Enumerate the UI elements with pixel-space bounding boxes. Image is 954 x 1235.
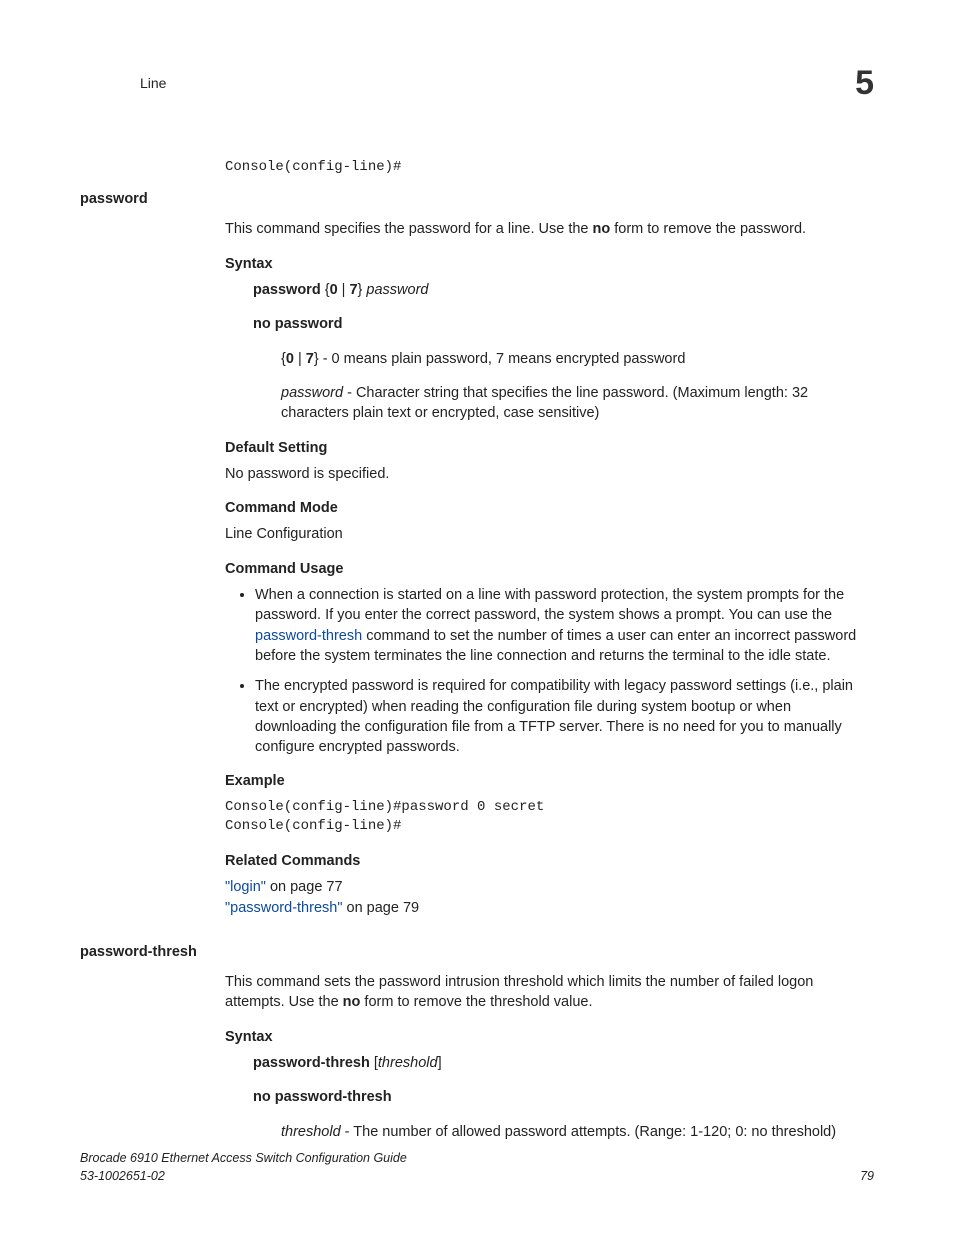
link-password-thresh[interactable]: "password-thresh" (225, 900, 342, 916)
text: | (338, 282, 350, 298)
text: This command specifies the password for … (225, 221, 593, 237)
page-number: 79 (860, 1168, 874, 1186)
running-header: Line 5 (80, 60, 874, 108)
opt-7: 7 (349, 282, 357, 298)
usage-list: When a connection is started on a line w… (225, 585, 874, 757)
default-label: Default Setting (225, 438, 874, 458)
param-0-7: {0 | 7} - 0 means plain password, 7 mean… (281, 349, 874, 369)
arg: threshold (281, 1124, 341, 1140)
text: - The number of allowed password attempt… (341, 1124, 836, 1140)
syntax-label: Syntax (225, 1027, 874, 1047)
chapter-number: 5 (855, 60, 874, 108)
syntax-line-2: no password (253, 314, 874, 334)
cmd: password (253, 282, 321, 298)
syntax-line-1: password-thresh [threshold] (253, 1053, 874, 1073)
password-section-body: This command specifies the password for … (225, 219, 874, 917)
text: When a connection is started on a line w… (255, 587, 844, 623)
text: on page 77 (266, 879, 343, 895)
arg: password (281, 385, 343, 401)
example-label: Example (225, 771, 874, 791)
arg-password: password (366, 282, 428, 298)
syntax-label: Syntax (225, 254, 874, 274)
page-footer: Brocade 6910 Ethernet Access Switch Conf… (80, 1150, 874, 1185)
opt-7: 7 (306, 351, 314, 367)
usage-item-2: The encrypted password is required for c… (255, 676, 874, 757)
link-password-thresh[interactable]: password-thresh (255, 628, 362, 644)
text: | (294, 351, 306, 367)
code-block-top-wrap: Console(config-line)# (225, 158, 874, 178)
related-2: "password-thresh" on page 79 (225, 898, 874, 918)
arg-threshold: threshold (378, 1055, 438, 1071)
text: { (321, 282, 330, 298)
footer-book: Brocade 6910 Ethernet Access Switch Conf… (80, 1150, 407, 1168)
section-heading-password: password (80, 189, 874, 209)
usage-item-1: When a connection is started on a line w… (255, 585, 874, 666)
text: form to remove the password. (610, 221, 806, 237)
param-threshold: threshold - The number of allowed passwo… (281, 1122, 874, 1142)
password-thresh-section-body: This command sets the password intrusion… (225, 972, 874, 1142)
link-login[interactable]: "login" (225, 879, 266, 895)
footer-docnum: 53-1002651-02 (80, 1168, 407, 1186)
usage-label: Command Usage (225, 559, 874, 579)
default-text: No password is specified. (225, 464, 874, 484)
syntax-line-2: no password-thresh (253, 1087, 874, 1107)
text: - Character string that specifies the li… (281, 385, 808, 421)
code-block-top: Console(config-line)# (225, 158, 874, 178)
text: on page 79 (342, 900, 419, 916)
password-intro: This command specifies the password for … (225, 219, 874, 239)
keyword-no: no (343, 994, 361, 1010)
example-code: Console(config-line)#password 0 secret C… (225, 798, 874, 837)
footer-left: Brocade 6910 Ethernet Access Switch Conf… (80, 1150, 407, 1185)
opt-0: 0 (330, 282, 338, 298)
related-label: Related Commands (225, 851, 874, 871)
opt-0: 0 (286, 351, 294, 367)
text: - 0 means plain password, 7 means encryp… (319, 351, 686, 367)
text: form to remove the threshold value. (360, 994, 592, 1010)
mode-text: Line Configuration (225, 524, 874, 544)
cmd: password-thresh (253, 1055, 370, 1071)
syntax-line-1: password {0 | 7} password (253, 280, 874, 300)
text: [ (370, 1055, 378, 1071)
param-password: password - Character string that specifi… (281, 383, 874, 424)
section-heading-password-thresh: password-thresh (80, 942, 874, 962)
page-root: Line 5 Console(config-line)# password Th… (0, 0, 954, 1235)
keyword-no: no (593, 221, 611, 237)
mode-label: Command Mode (225, 498, 874, 518)
thresh-intro: This command sets the password intrusion… (225, 972, 874, 1013)
text: ] (438, 1055, 442, 1071)
related-1: "login" on page 77 (225, 877, 874, 897)
running-header-title: Line (140, 74, 166, 94)
